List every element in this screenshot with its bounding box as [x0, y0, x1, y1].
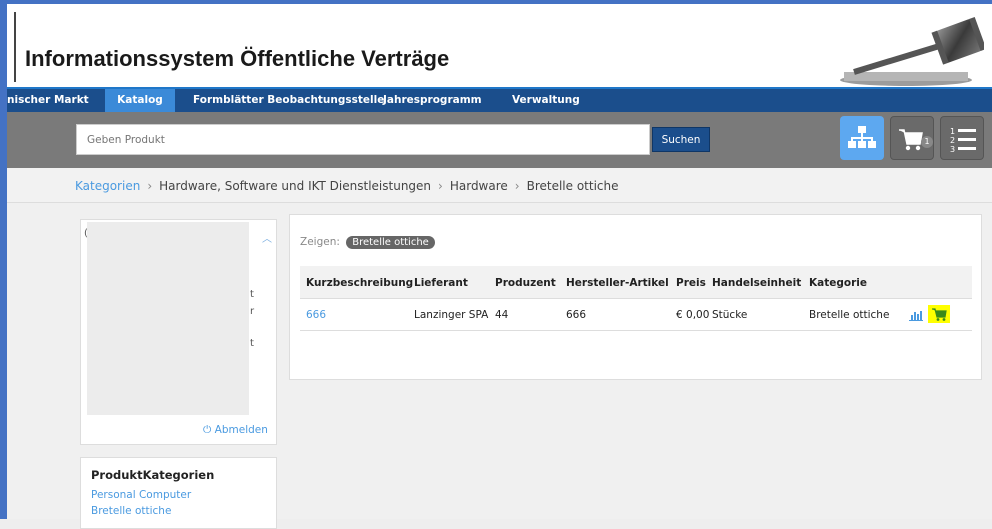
column-header[interactable]: Handelseinheit	[712, 277, 801, 289]
user-info-redacted	[87, 222, 249, 415]
category-tree-button[interactable]	[840, 116, 884, 160]
product-categories-panel: ProduktKategorien Personal Computer Bret…	[80, 457, 277, 529]
logout-label: Abmelden	[214, 424, 268, 436]
category-cell: Bretelle ottiche	[809, 309, 890, 321]
breadcrumb: Kategorien › Hardware, Software und IKT Di…	[7, 168, 992, 203]
nav-item-verwaltung[interactable]: Verwaltung	[512, 89, 582, 112]
column-header[interactable]: Lieferant	[414, 277, 468, 289]
header: Informationssystem Öffentliche Verträge	[7, 4, 992, 87]
categories-heading: ProduktKategorien	[91, 468, 215, 482]
collapse-chevron-icon[interactable]: ︿	[262, 230, 272, 245]
column-header[interactable]: Kurzbeschreibung	[306, 277, 413, 289]
filter-label: Zeigen:	[300, 236, 340, 248]
column-header[interactable]: Hersteller-Artikel	[566, 277, 669, 289]
filter-tag[interactable]: Bretelle ottiche	[346, 236, 435, 249]
price-cell: € 0,00	[676, 309, 710, 321]
category-link[interactable]: Bretelle ottiche	[91, 505, 171, 517]
gavel-logo-icon	[840, 16, 984, 86]
manufacturer-article-cell: 666	[566, 309, 587, 321]
bar-chart-icon[interactable]	[909, 309, 923, 321]
search-button[interactable]: Suchen	[652, 127, 710, 152]
filter-display: Zeigen: Bretelle ottiche	[300, 236, 435, 249]
nav-item-jahresprogramm[interactable]: Jahresprogramm	[383, 89, 483, 112]
results-panel: Zeigen: Bretelle ottiche Kurzbeschreibun…	[289, 214, 982, 380]
window-frame-left	[0, 0, 7, 519]
sitemap-icon	[848, 126, 876, 148]
svg-text:2: 2	[950, 136, 955, 145]
user-panel-text-fragment: r	[250, 306, 255, 317]
unit-cell: Stücke	[712, 309, 748, 321]
search-bar: Suchen 1 1 2 3	[7, 112, 992, 168]
breadcrumb-item-kategorien[interactable]: Kategorien	[75, 179, 140, 193]
cart-button[interactable]: 1	[890, 116, 934, 160]
breadcrumb-item-hardware[interactable]: Hardware	[450, 179, 508, 193]
nav-item-markt[interactable]: nischer Markt	[7, 89, 99, 112]
user-panel-text-fragment: (	[84, 228, 88, 239]
user-panel-text-fragment: t	[250, 289, 254, 300]
category-link[interactable]: Personal Computer	[91, 489, 191, 501]
supplier-cell: Lanzinger SPA	[414, 309, 489, 321]
add-to-cart-button[interactable]	[928, 305, 950, 323]
producer-cell: 44	[495, 309, 509, 321]
product-link[interactable]: 666	[306, 309, 326, 321]
breadcrumb-separator-icon: ›	[438, 179, 443, 193]
table-header: Kurzbeschreibung Lieferant Produzent Her…	[300, 266, 972, 299]
main-nav: nischer Markt Katalog Formblätter Beobac…	[7, 87, 992, 112]
cart-icon	[932, 308, 947, 321]
column-header[interactable]: Produzent	[495, 277, 556, 289]
page-title: Informationssystem Öffentliche Verträge	[25, 46, 450, 71]
column-header[interactable]: Kategorie	[809, 277, 867, 289]
ordered-list-icon: 1 2 3	[950, 127, 976, 154]
nav-item-katalog[interactable]: Katalog	[105, 89, 175, 112]
breadcrumb-separator-icon: ›	[147, 179, 153, 193]
nav-item-formblaetter[interactable]: Formblätter Beobachtungsstelle	[193, 89, 384, 112]
breadcrumb-item-bretelle: Bretelle ottiche	[526, 179, 619, 193]
breadcrumb-separator-icon: ›	[514, 179, 520, 193]
user-panel-text-fragment: t	[250, 338, 254, 349]
logout-link[interactable]: ⏻ Abmelden	[203, 424, 268, 437]
breadcrumb-item-hardware-software[interactable]: Hardware, Software und IKT Dienstleistun…	[159, 179, 431, 193]
cart-count-badge: 1	[921, 136, 933, 148]
table-row: 666 Lanzinger SPA 44 666 € 0,00 Stücke B…	[300, 300, 972, 331]
power-icon: ⏻	[203, 424, 212, 436]
list-view-button[interactable]: 1 2 3	[940, 116, 984, 160]
header-divider	[14, 12, 16, 82]
svg-text:3: 3	[950, 145, 955, 154]
search-input[interactable]	[76, 124, 650, 155]
svg-text:1: 1	[950, 127, 955, 136]
column-header[interactable]: Preis	[676, 277, 706, 289]
